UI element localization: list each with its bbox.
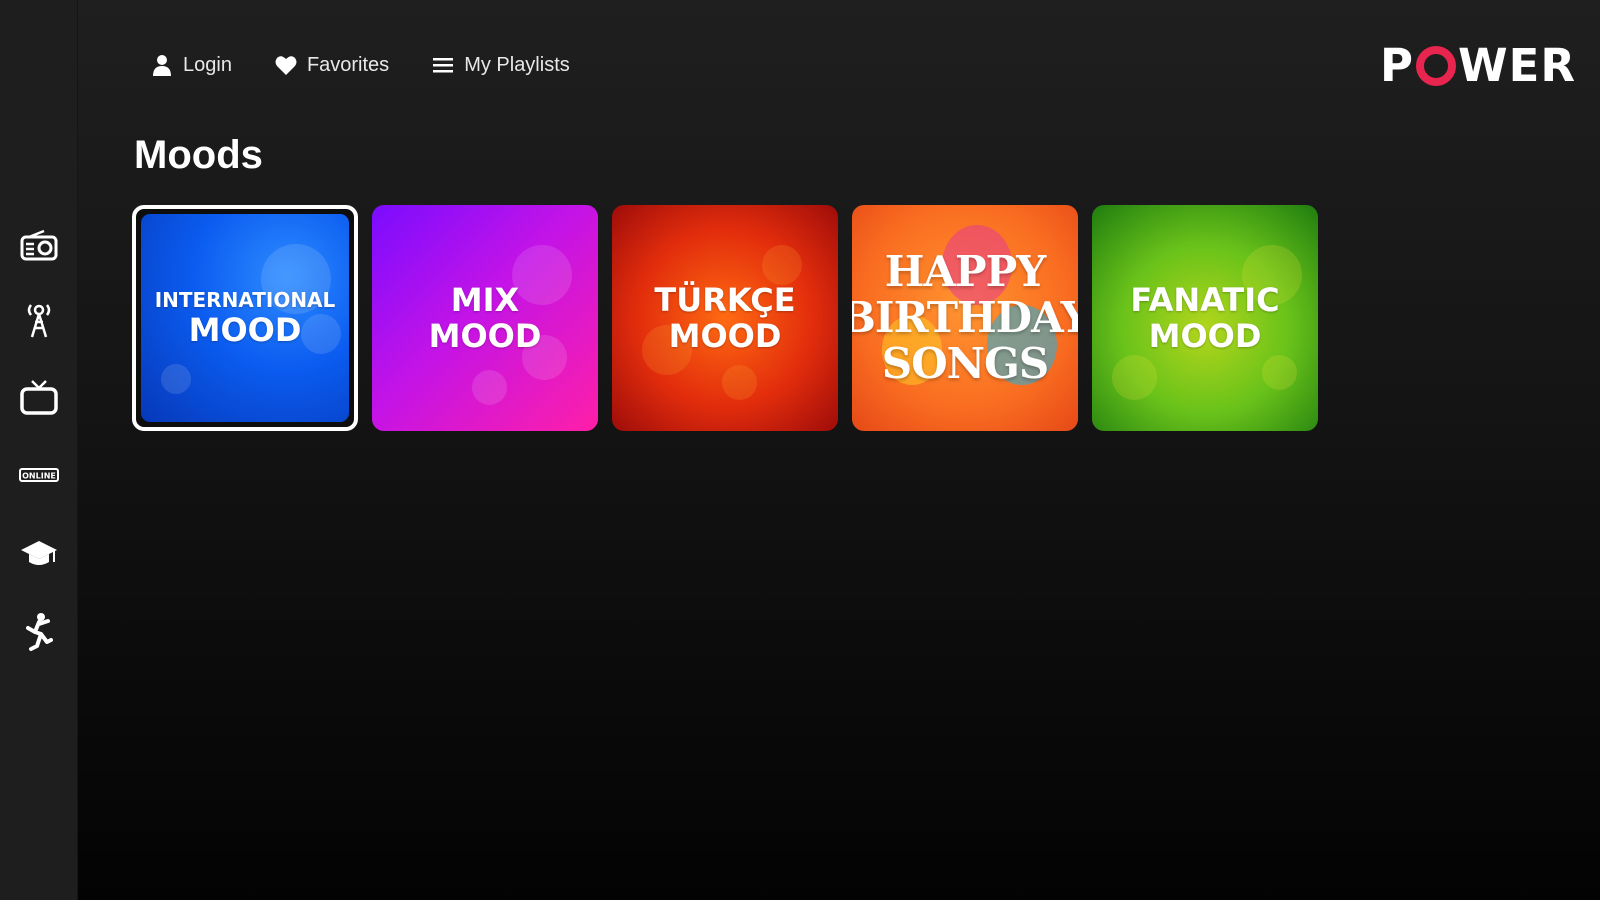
tv-icon[interactable] [17,376,61,420]
tile-title-line1: FANATIC [1130,281,1280,319]
favorites-label: Favorites [306,53,390,76]
login-label: Login [183,53,232,76]
mood-tiles-row: INTERNATIONAL MOOD MIX MOOD TÜRKÇE MOOD … [132,205,1332,431]
tile-mix-mood[interactable]: MIX MOOD [372,205,598,431]
online-badge-icon[interactable]: ONLINE [17,453,61,497]
radio-icon[interactable] [17,225,61,269]
tile-title-line3: SONGS [881,339,1050,388]
tile-artwork: MIX MOOD [372,205,598,431]
logo-letter-p: P [1380,39,1414,92]
logo-text: P WER [1380,40,1576,92]
favorites-button[interactable]: Favorites [274,46,389,84]
login-button[interactable]: Login [150,46,232,84]
tv-icon-svg [20,380,58,415]
top-navigation: Login Favorites My Playlists [150,46,612,84]
graduation-cap-icon[interactable] [17,531,61,575]
tile-title-line1: TÜRKÇE [654,281,796,319]
my-playlists-button[interactable]: My Playlists [431,46,570,84]
tile-title-line1: HAPPY [884,247,1046,296]
tile-title-line2: MOOD [668,317,782,355]
tile-title-line2: MOOD [428,317,542,355]
sidebar: ONLINE [0,0,78,900]
tile-international-mood[interactable]: INTERNATIONAL MOOD [132,205,358,431]
list-icon [433,58,454,73]
tile-fanatic-mood[interactable]: FANATIC MOOD [1092,205,1318,431]
tile-artwork: HAPPY BIRTHDAY SONGS [852,205,1078,431]
tile-artwork: FANATIC MOOD [1092,205,1318,431]
section-title: Moods [134,133,263,177]
tile-title-line2: MOOD [1148,317,1262,355]
heart-icon [275,56,297,75]
tile-title-line1: MIX [450,281,520,319]
user-icon [153,55,171,76]
tile-artwork: INTERNATIONAL MOOD [141,214,349,422]
logo-letters-wer: WER [1457,39,1577,92]
svg-text:ONLINE: ONLINE [22,472,56,481]
dancer-icon[interactable] [17,610,61,654]
graduation-cap-icon-svg [21,541,57,565]
tile-title-line2: MOOD [188,311,302,349]
broadcast-tower-icon-svg [27,304,51,338]
online-badge-icon-svg: ONLINE [19,468,59,482]
logo-o-ring [1415,46,1456,86]
tile-title-line2: BIRTHDAY [852,293,1078,342]
power-logo[interactable]: P WER [1380,40,1575,92]
dancer-icon-svg [26,613,53,651]
broadcast-tower-icon[interactable] [17,298,61,342]
tile-turkce-mood[interactable]: TÜRKÇE MOOD [612,205,838,431]
tile-happy-birthday-songs[interactable]: HAPPY BIRTHDAY SONGS [852,205,1078,431]
radio-icon-svg [20,229,58,261]
my-playlists-label: My Playlists [464,53,570,76]
tile-artwork: TÜRKÇE MOOD [612,205,838,431]
tile-title-line1: INTERNATIONAL [154,288,336,312]
